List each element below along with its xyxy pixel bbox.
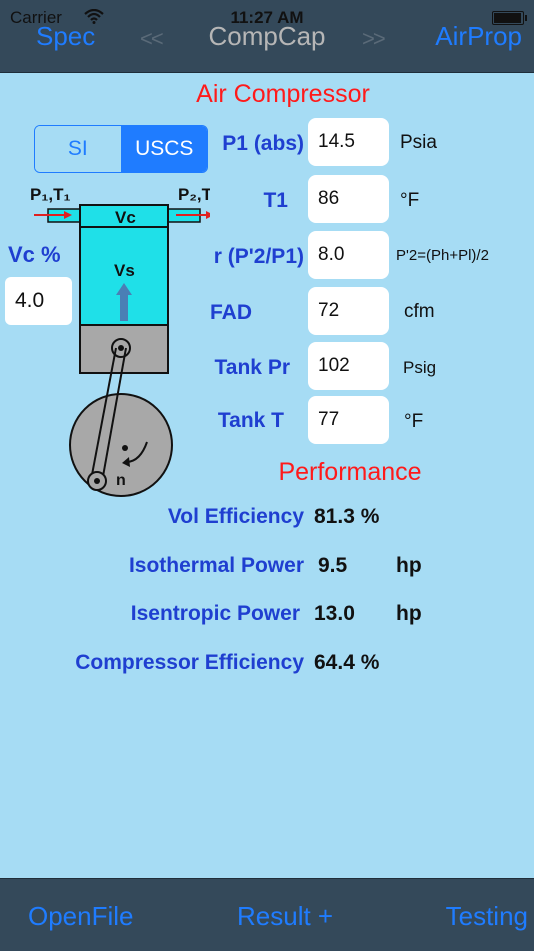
units-segmented-control: SI USCS [34, 125, 208, 173]
fad-label: FAD [210, 301, 252, 324]
vs-label: Vs [114, 261, 135, 280]
open-file-button[interactable]: OpenFile [28, 901, 134, 932]
tank-pressure-label: Tank Pr [214, 356, 290, 379]
performance-title: Performance [278, 458, 422, 486]
bottom-toolbar: OpenFile Result + Testing [0, 878, 534, 951]
airprop-button[interactable]: AirProp [435, 21, 522, 52]
air-compressor-title: Air Compressor [196, 80, 370, 108]
t1-label: T1 [263, 189, 288, 212]
tank-temperature-label: Tank T [217, 409, 284, 432]
isentropic-power-value: 13.0 [314, 602, 355, 625]
pressure-ratio-input[interactable]: 8.0 [308, 231, 389, 279]
isothermal-power-value: 9.5 [318, 554, 348, 577]
vc-label: Vc [115, 208, 136, 227]
t1-unit: °F [400, 190, 420, 211]
p1-label: P1 (abs) [222, 132, 304, 155]
testing-button[interactable]: Testing [446, 901, 528, 932]
uscs-segment[interactable]: USCS [121, 126, 207, 172]
compressor-efficiency-value: 64.4 % [314, 651, 380, 674]
vol-efficiency-value: 81.3 % [314, 505, 380, 528]
top-navigation-bar: Carrier 11:27 AM Spec << CompCap >> AirP… [0, 0, 534, 73]
p1-unit: Psia [400, 132, 437, 153]
isothermal-power-label: Isothermal Power [128, 554, 304, 577]
result-plus-button[interactable]: Result + [237, 901, 333, 932]
next-arrows[interactable]: >> [362, 26, 386, 52]
p1-t1-label: P₁,T₁ [30, 185, 71, 204]
isentropic-power-label: Isentropic Power [130, 602, 300, 625]
pressure-ratio-label: r (P'2/P1) [213, 245, 304, 268]
pressure-ratio-note: P'2=(Ph+Pl)/2 [396, 247, 489, 264]
compressor-diagram: P₁,T₁ P₂,T₂ Vc Vs n [30, 185, 210, 497]
isentropic-power-unit: hp [396, 602, 422, 625]
tank-pressure-input[interactable]: 102 [308, 342, 389, 390]
t1-input[interactable]: 86 [308, 175, 389, 223]
tank-temperature-input[interactable]: 77 [308, 396, 389, 444]
fad-unit: cfm [404, 301, 435, 322]
tank-temperature-unit: °F [404, 411, 424, 432]
si-segment[interactable]: SI [35, 126, 122, 172]
fad-input[interactable]: 72 [308, 287, 389, 335]
tank-pressure-unit: Psig [403, 358, 437, 377]
n-label: n [116, 472, 126, 489]
vol-efficiency-label: Vol Efficiency [167, 505, 304, 528]
compressor-efficiency-label: Compressor Efficiency [75, 651, 304, 674]
p1-input[interactable]: 14.5 [308, 118, 389, 166]
isothermal-power-unit: hp [396, 554, 422, 577]
